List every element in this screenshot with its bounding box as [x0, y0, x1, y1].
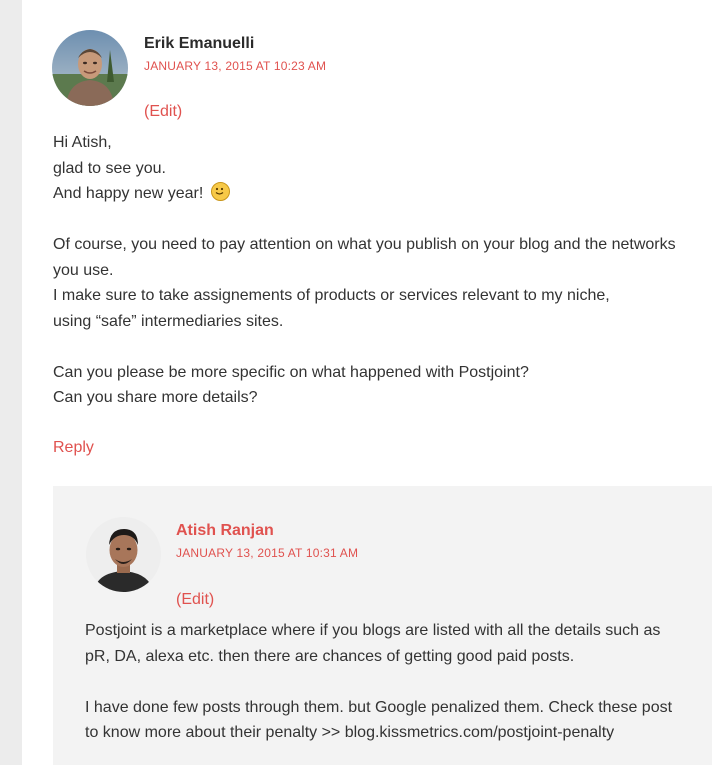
edit-link[interactable]: (Edit)	[144, 103, 182, 121]
comment-line: I have done few posts through them. but …	[85, 698, 673, 716]
comment-date[interactable]: JANUARY 13, 2015 AT 10:31 AM	[176, 546, 358, 560]
comment-line: Of course, you need to pay attention on …	[53, 236, 676, 253]
reply-link[interactable]: Reply	[53, 439, 94, 457]
comment-line: I make sure to take assignements of prod…	[53, 287, 610, 304]
comment-line: you use.	[53, 261, 114, 279]
edit-link[interactable]: (Edit)	[176, 591, 214, 609]
comment-date[interactable]: JANUARY 13, 2015 AT 10:23 AM	[144, 59, 326, 73]
comment-line: pR, DA, alexa etc. then there are chance…	[85, 647, 575, 665]
slightly-smiling-face-icon	[210, 182, 230, 201]
comment-line: to know more about their penalty >> blog…	[85, 724, 615, 741]
avatar	[86, 517, 161, 592]
comment-line: Postjoint is a marketplace where if you …	[85, 622, 661, 639]
comment-line: And happy new year!	[53, 181, 693, 207]
comment-author[interactable]: Erik Emanuelli	[144, 35, 254, 53]
comment-line: glad to see you.	[53, 159, 166, 177]
comment-line: Can you please be more specific on what …	[53, 363, 529, 381]
comment-line: Can you share more details?	[53, 389, 258, 406]
comment-line: using “safe” intermediaries sites.	[53, 312, 284, 330]
comment-body: Hi Atish, glad to see you. And happy new…	[53, 130, 693, 411]
comment-line: Hi Atish,	[53, 134, 112, 151]
comment-body: Postjoint is a marketplace where if you …	[85, 618, 705, 746]
comment-author[interactable]: Atish Ranjan	[176, 522, 274, 540]
avatar	[52, 30, 128, 106]
